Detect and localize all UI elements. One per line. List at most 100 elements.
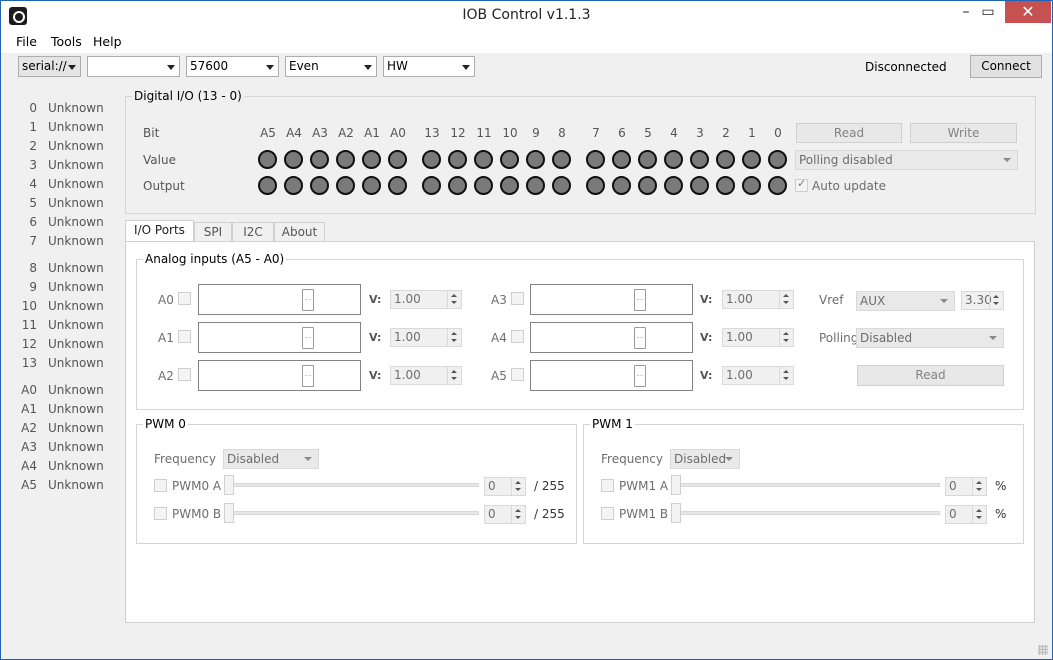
analog-channel-checkbox[interactable] [511, 292, 524, 305]
menu-tools[interactable]: Tools [51, 34, 82, 49]
output-led-toggle[interactable] [690, 176, 709, 195]
tab-about[interactable]: About [274, 222, 325, 241]
pwm0-b-spinner[interactable]: 0 [484, 505, 526, 524]
output-led-toggle[interactable] [742, 176, 761, 195]
tab-io-ports[interactable]: I/O Ports [125, 220, 194, 242]
pwm1-a-spinner[interactable]: 0 [945, 477, 987, 496]
analog-lcd-display [198, 322, 361, 353]
output-led-toggle[interactable] [362, 176, 381, 195]
spin-arrows-icon[interactable] [447, 291, 461, 308]
spin-arrows-icon[interactable] [511, 506, 525, 523]
spin-arrows-icon[interactable] [779, 291, 793, 308]
pwm0-b-slider-handle[interactable] [224, 503, 234, 523]
spin-arrows-icon[interactable] [972, 506, 986, 523]
tab-i2c[interactable]: I2C [232, 222, 274, 241]
pwm0-a-spinner[interactable]: 0 [484, 477, 526, 496]
value-led-indicator [742, 150, 761, 169]
pin-state: Unknown [48, 101, 104, 115]
flow-control-select[interactable]: HW [383, 56, 475, 77]
output-led-toggle[interactable] [336, 176, 355, 195]
pin-status-row: 0 Unknown [1, 101, 121, 120]
analog-channel-checkbox[interactable] [178, 330, 191, 343]
digital-write-button[interactable]: Write [910, 123, 1017, 143]
output-led-toggle[interactable] [474, 176, 493, 195]
pwm0-a-checkbox[interactable] [154, 479, 167, 492]
bit-label: 7 [592, 126, 600, 140]
tab-spi[interactable]: SPI [194, 222, 232, 241]
spin-arrows-icon[interactable] [972, 478, 986, 495]
analog-channel-checkbox[interactable] [511, 330, 524, 343]
connect-button[interactable]: Connect [970, 55, 1042, 78]
output-led-toggle[interactable] [586, 176, 605, 195]
flow-value: HW [387, 59, 408, 73]
maximize-icon[interactable]: ▭ [973, 1, 1003, 23]
output-led-toggle[interactable] [258, 176, 277, 195]
analog-channel-checkbox[interactable] [511, 368, 524, 381]
pwm0-a-slider-handle[interactable] [224, 475, 234, 495]
analog-channel-checkbox[interactable] [178, 292, 191, 305]
vref-label: Vref [819, 293, 844, 307]
spin-arrows-icon[interactable] [447, 367, 461, 384]
voltage-spinner[interactable]: 1.00 [390, 328, 462, 347]
vref-source-select[interactable]: AUX [856, 291, 955, 311]
output-led-toggle[interactable] [552, 176, 571, 195]
close-icon[interactable]: ✕ [1005, 1, 1051, 23]
pin-status-row: 2 Unknown [1, 139, 121, 158]
spin-arrows-icon[interactable] [989, 292, 1003, 309]
voltage-spinner[interactable]: 1.00 [390, 366, 462, 385]
spin-arrows-icon[interactable] [779, 367, 793, 384]
output-led-toggle[interactable] [310, 176, 329, 195]
polling-select[interactable]: Polling disabled [795, 150, 1018, 170]
auto-update-checkbox[interactable]: ✓ [795, 177, 808, 192]
pwm0-frequency-select[interactable]: Disabled [223, 449, 319, 469]
analog-channel-checkbox[interactable] [178, 368, 191, 381]
menu-help[interactable]: Help [93, 34, 122, 49]
menu-file[interactable]: File [16, 34, 37, 49]
pin-state: Unknown [48, 177, 104, 191]
resize-grip-icon[interactable] [1038, 645, 1048, 655]
output-led-toggle[interactable] [388, 176, 407, 195]
pwm1-frequency-select[interactable]: Disabled [670, 449, 740, 469]
pwm1-b-checkbox[interactable] [601, 507, 614, 520]
output-led-toggle[interactable] [284, 176, 303, 195]
pwm0-b-slider-track[interactable] [227, 511, 479, 515]
pin-status-row: A4 Unknown [1, 459, 121, 478]
output-led-toggle[interactable] [716, 176, 735, 195]
pwm1-a-checkbox[interactable] [601, 479, 614, 492]
output-led-toggle[interactable] [638, 176, 657, 195]
auto-update-label: Auto update [812, 179, 886, 193]
vref-value-spinner[interactable]: 3.30 [961, 291, 1004, 310]
value-led-indicator [422, 150, 441, 169]
spin-arrows-icon[interactable] [779, 329, 793, 346]
baud-select[interactable]: 57600 [186, 56, 279, 77]
output-led-toggle[interactable] [448, 176, 467, 195]
pwm1-b-slider-handle[interactable] [671, 503, 681, 523]
analog-polling-select[interactable]: Disabled [856, 328, 1004, 348]
voltage-spinner[interactable]: 1.00 [390, 290, 462, 309]
digital-read-button[interactable]: Read [796, 123, 902, 143]
port-select[interactable] [87, 56, 180, 77]
output-led-toggle[interactable] [526, 176, 545, 195]
voltage-spinner[interactable]: 1.00 [722, 328, 794, 347]
pin-number: 0 [29, 101, 37, 115]
output-led-toggle[interactable] [664, 176, 683, 195]
pwm1-b-spinner[interactable]: 0 [945, 505, 987, 524]
analog-read-button[interactable]: Read [857, 365, 1004, 386]
pwm1-a-slider-track[interactable] [674, 483, 940, 487]
voltage-value: 1.00 [726, 292, 753, 306]
pwm0-b-checkbox[interactable] [154, 507, 167, 520]
output-led-toggle[interactable] [768, 176, 787, 195]
spin-arrows-icon[interactable] [447, 329, 461, 346]
pwm1-a-slider-handle[interactable] [671, 475, 681, 495]
bit-label: A5 [260, 126, 276, 140]
spin-arrows-icon[interactable] [511, 478, 525, 495]
output-led-toggle[interactable] [612, 176, 631, 195]
pwm1-b-slider-track[interactable] [674, 511, 940, 515]
pwm0-a-slider-track[interactable] [227, 483, 479, 487]
voltage-spinner[interactable]: 1.00 [722, 290, 794, 309]
voltage-spinner[interactable]: 1.00 [722, 366, 794, 385]
protocol-select[interactable]: serial:// [18, 56, 81, 77]
output-led-toggle[interactable] [500, 176, 519, 195]
parity-select[interactable]: Even [285, 56, 377, 77]
output-led-toggle[interactable] [422, 176, 441, 195]
